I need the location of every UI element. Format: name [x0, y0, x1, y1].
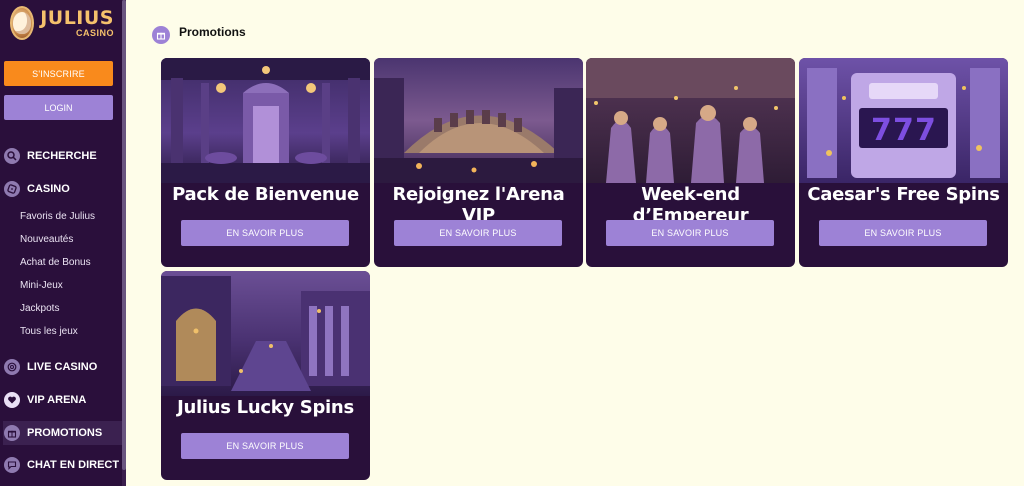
svg-text:7: 7	[915, 113, 936, 148]
dice-icon	[4, 181, 20, 197]
promo-card[interactable]: 7 7 7 Caesar's Free Spins EN SAVOIR PLUS	[799, 58, 1008, 267]
sidebar-item-label: VIP ARENA	[27, 394, 87, 406]
sidebar-scrollbar[interactable]	[122, 0, 126, 486]
svg-text:7: 7	[871, 113, 892, 148]
promo-image-crowd	[586, 58, 795, 183]
learn-more-button[interactable]: EN SAVOIR PLUS	[819, 220, 987, 246]
learn-more-button[interactable]: EN SAVOIR PLUS	[181, 433, 349, 459]
logo-title: JULIUS	[40, 6, 114, 29]
sidebar-subitem-achat-bonus[interactable]: Achat de Bonus	[20, 257, 91, 268]
sidebar-subitem-mini-jeux[interactable]: Mini-Jeux	[20, 280, 63, 291]
promo-card[interactable]: Pack de Bienvenue EN SAVOIR PLUS	[161, 58, 370, 267]
svg-text:7: 7	[893, 113, 914, 148]
promo-image-palace-courtyard	[161, 271, 370, 396]
learn-more-button[interactable]: EN SAVOIR PLUS	[181, 220, 349, 246]
sidebar-subitem-favoris[interactable]: Favoris de Julius	[20, 211, 95, 222]
sidebar-subitem-jackpots[interactable]: Jackpots	[20, 303, 59, 314]
scrollbar-thumb[interactable]	[122, 0, 126, 470]
learn-more-button[interactable]: EN SAVOIR PLUS	[394, 220, 562, 246]
signup-button[interactable]: S'INSCRIRE	[4, 61, 113, 86]
promo-card[interactable]: Julius Lucky Spins EN SAVOIR PLUS	[161, 271, 370, 480]
promo-title: Caesar's Free Spins	[807, 184, 1000, 205]
page-title: Promotions	[179, 25, 246, 39]
promo-card[interactable]: Week-end d’Empereur EN SAVOIR PLUS	[586, 58, 795, 267]
sidebar-item-live-casino[interactable]: LIVE CASINO	[3, 355, 122, 379]
sidebar-item-casino[interactable]: CASINO	[3, 177, 122, 201]
sidebar-item-chat[interactable]: CHAT EN DIRECT	[3, 453, 122, 477]
learn-more-button[interactable]: EN SAVOIR PLUS	[606, 220, 774, 246]
promo-image-slot-machine: 7 7 7	[799, 58, 1008, 183]
promo-title: Julius Lucky Spins	[177, 397, 354, 418]
sidebar-item-label: CHAT EN DIRECT	[27, 459, 120, 471]
sidebar-subitem-nouveautes[interactable]: Nouveautés	[20, 234, 73, 245]
sidebar-item-label: PROMOTIONS	[27, 427, 103, 439]
chat-bubble-icon	[4, 457, 20, 473]
roulette-icon	[4, 359, 20, 375]
promo-image-colosseum	[374, 58, 583, 183]
sidebar-subitem-tous-jeux[interactable]: Tous les jeux	[20, 326, 78, 337]
gift-icon	[152, 26, 170, 44]
sidebar-item-label: RECHERCHE	[27, 150, 97, 162]
sidebar-item-label: CASINO	[27, 183, 70, 195]
promo-image-palace-interior	[161, 58, 370, 183]
sidebar-item-label: LIVE CASINO	[27, 361, 98, 373]
search-icon	[4, 148, 20, 164]
logo-subtitle: CASINO	[75, 27, 114, 38]
julius-emblem-icon	[10, 6, 35, 40]
gift-icon	[4, 425, 20, 441]
sidebar-item-promotions[interactable]: PROMOTIONS	[3, 421, 122, 445]
casino-logo[interactable]: JULIUS CASINO	[10, 5, 114, 41]
sidebar: JULIUS CASINO S'INSCRIRE LOGIN RECHERCHE…	[0, 0, 126, 486]
promo-card[interactable]: Rejoignez l'Arena VIP EN SAVOIR PLUS	[374, 58, 583, 267]
promo-title: Pack de Bienvenue	[172, 184, 359, 205]
sidebar-item-vip-arena[interactable]: VIP ARENA	[3, 388, 122, 412]
login-button[interactable]: LOGIN	[4, 95, 113, 120]
sidebar-item-search[interactable]: RECHERCHE	[3, 144, 122, 168]
heart-icon	[4, 392, 20, 408]
